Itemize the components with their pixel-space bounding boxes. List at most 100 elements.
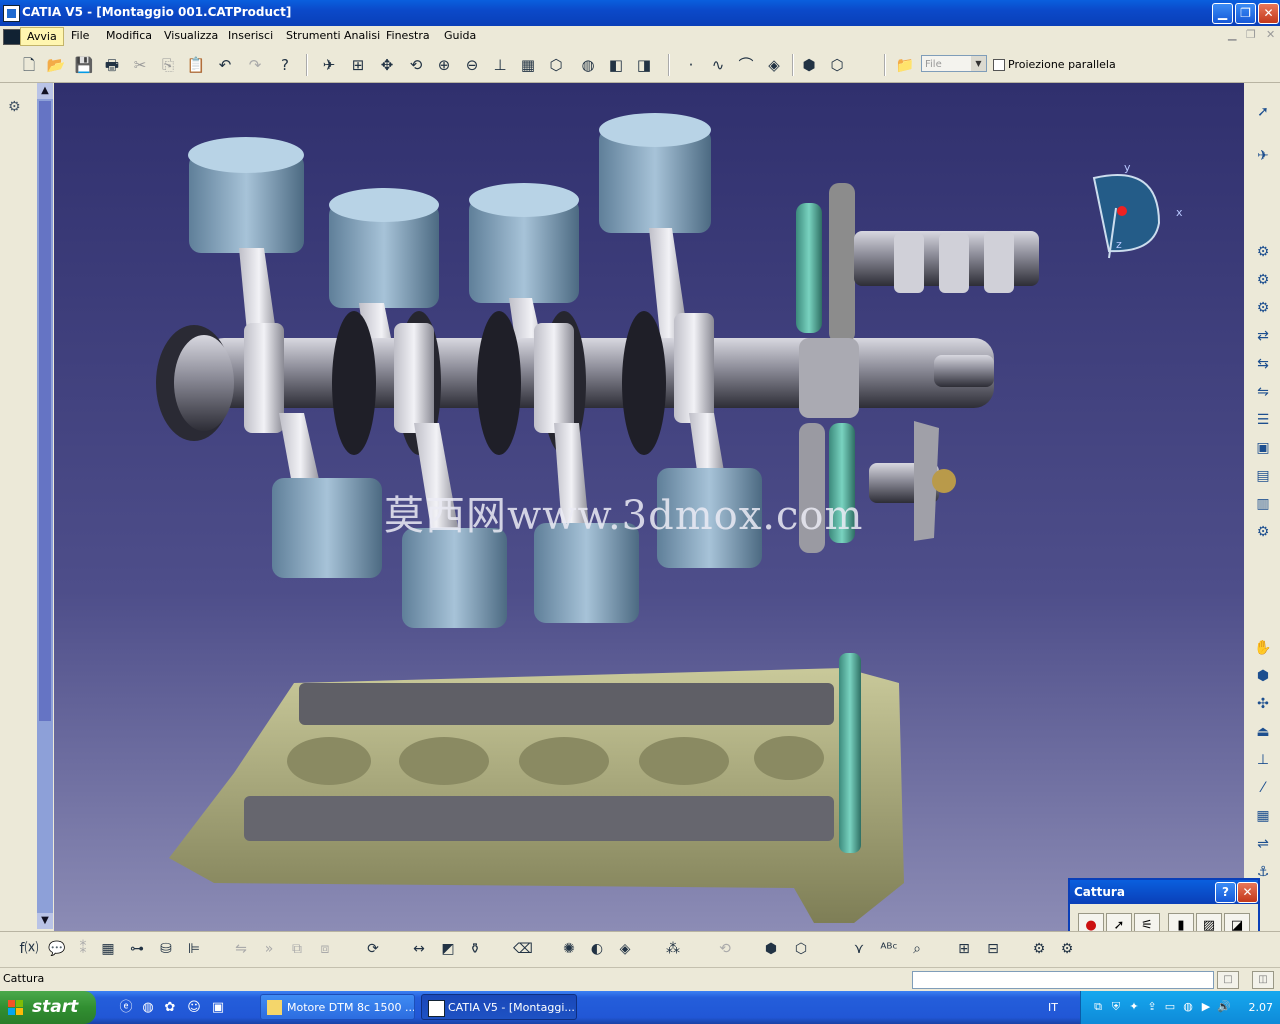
settings-icon[interactable]: ⚙ — [1056, 938, 1078, 960]
point-icon[interactable]: · — [680, 54, 702, 76]
formula-icon[interactable]: f⒳ — [18, 938, 40, 960]
shading-icon[interactable]: ◍ — [577, 54, 599, 76]
manage-representations-icon[interactable]: ▤ — [1252, 465, 1274, 487]
contact-constraint-icon[interactable]: ⁄ — [1252, 777, 1274, 799]
redo-icon[interactable]: ↷ — [244, 54, 266, 76]
hide-show-icon[interactable]: ◧ — [605, 54, 627, 76]
swap-space-icon[interactable]: ◨ — [633, 54, 655, 76]
annotation-icon[interactable]: ⋎ — [848, 938, 870, 960]
spec-tree-icon[interactable]: ⚙ — [8, 99, 28, 119]
multi-instantiation-icon[interactable]: ▥ — [1252, 493, 1274, 515]
reorder-icon[interactable]: ☰ — [1252, 409, 1274, 431]
generate-catpart-icon[interactable]: ⬢ — [760, 938, 782, 960]
measure-between-icon[interactable]: ↔ — [408, 938, 430, 960]
existing-component-icon[interactable]: ⚙ — [1252, 241, 1274, 263]
pan-icon[interactable]: ✥ — [376, 54, 398, 76]
parallel-projection-checkbox[interactable] — [993, 59, 1005, 71]
select-arrow-icon[interactable]: ➚ — [1252, 101, 1274, 123]
menu-avvia[interactable]: Avvia — [20, 27, 64, 46]
sectioning-icon[interactable]: ◐ — [586, 938, 608, 960]
desktop-icon[interactable]: ▣ — [210, 1000, 226, 1016]
curve-icon[interactable]: ∿ — [707, 54, 729, 76]
copy-icon[interactable]: ⎘ — [157, 54, 179, 76]
3d-viewport[interactable]: y x z 莫西网www.3dmox.com — [54, 83, 1244, 931]
angle-constraint-icon[interactable]: ⇌ — [1252, 833, 1274, 855]
zoom-in-icon[interactable]: ⊕ — [433, 54, 455, 76]
scroll-up-icon[interactable]: ▲ — [37, 83, 53, 99]
command-input[interactable] — [912, 971, 1214, 989]
component-icon[interactable]: ⬡ — [826, 54, 848, 76]
snap-icon[interactable]: ⬢ — [1252, 665, 1274, 687]
manipulation-icon[interactable]: ✋ — [1252, 637, 1274, 659]
rotate-icon[interactable]: ⟲ — [405, 54, 427, 76]
selective-load-icon[interactable]: ▣ — [1252, 437, 1274, 459]
coincidence-icon[interactable]: ⊥ — [1252, 749, 1274, 771]
antivirus-icon[interactable]: ✦ — [1127, 1000, 1141, 1014]
update-tray-icon[interactable]: ⇪ — [1145, 1000, 1159, 1014]
distance-icon[interactable]: ◈ — [614, 938, 636, 960]
generate-catalog-icon[interactable]: ⬡ — [790, 938, 812, 960]
catalog-icon[interactable]: ⛁ — [155, 938, 177, 960]
file-select[interactable]: File ▼ — [921, 55, 987, 72]
scene-b-icon[interactable]: ⧈ — [314, 938, 336, 960]
network-icon[interactable]: ⧉ — [1091, 1000, 1105, 1014]
fit-all-icon[interactable]: ⊞ — [347, 54, 369, 76]
grid-snap-icon[interactable]: ⁂ — [662, 938, 684, 960]
paste-icon[interactable]: 📋 — [185, 54, 207, 76]
cut-icon[interactable]: ✂ — [129, 54, 151, 76]
menu-guida[interactable]: Guida — [444, 29, 476, 42]
ie-icon[interactable]: ⓔ — [118, 1000, 134, 1016]
security-icon[interactable]: ⛨ — [1109, 1000, 1123, 1014]
law-icon[interactable]: ⊫ — [183, 938, 205, 960]
volume-icon[interactable]: 🔊 — [1217, 1000, 1231, 1014]
arc-icon[interactable]: ⌒ — [735, 54, 757, 76]
explode-icon[interactable]: ✣ — [1252, 693, 1274, 715]
stop-command-icon[interactable]: □ — [1217, 971, 1239, 989]
undo-icon[interactable]: ↶ — [214, 54, 236, 76]
folder-icon[interactable]: 📁 — [894, 54, 916, 76]
bom-icon[interactable]: ⊞ — [953, 938, 975, 960]
generate-numbering-icon[interactable]: ⇋ — [1252, 381, 1274, 403]
fly-icon[interactable]: ✈ — [318, 54, 340, 76]
comment-icon[interactable]: 💬 — [46, 938, 68, 960]
save-icon[interactable]: 💾 — [73, 54, 95, 76]
minimize-button[interactable]: ▁ — [1212, 3, 1233, 24]
task-catia[interactable]: CATIA V5 - [Montaggi... — [421, 994, 577, 1020]
grid-icon[interactable]: ▦ — [97, 938, 119, 960]
outlook-icon[interactable]: ◍ — [140, 1000, 156, 1016]
scroll-thumb[interactable] — [39, 101, 51, 721]
doc-restore-button[interactable]: ❐ — [1246, 28, 1256, 41]
scene-icon[interactable]: ⧉ — [286, 938, 308, 960]
language-indicator[interactable]: IT — [1048, 1001, 1058, 1014]
messenger-icon[interactable]: ☺ — [186, 1000, 202, 1016]
viewport-scrollbar[interactable]: ▲ ▼ — [37, 83, 53, 929]
eraser-icon[interactable]: ⌫ — [512, 938, 534, 960]
restore-button[interactable]: ❐ — [1235, 3, 1256, 24]
doc-minimize-button[interactable]: ▁ — [1228, 28, 1236, 41]
catia-app-icon[interactable] — [3, 5, 20, 22]
doc-close-button[interactable]: ✕ — [1266, 28, 1275, 41]
clash-icon[interactable]: ✺ — [558, 938, 580, 960]
multi-view-icon[interactable]: ▦ — [517, 54, 539, 76]
normal-view-icon[interactable]: ⊥ — [489, 54, 511, 76]
new-icon[interactable]: 🗋 — [18, 54, 40, 76]
start-button[interactable]: start — [0, 991, 96, 1024]
menu-modifica[interactable]: Modifica — [106, 29, 152, 42]
task-motore[interactable]: Motore DTM 8c 1500 ... — [260, 994, 415, 1020]
graph-tree-icon[interactable]: ⇆ — [1252, 353, 1274, 375]
new-component-icon[interactable]: ⚙ — [1252, 269, 1274, 291]
applications-icon[interactable]: ⚙ — [1028, 938, 1050, 960]
design-table-icon[interactable]: ⁑ — [72, 938, 94, 960]
text-icon[interactable]: ᴬᴮᶜ — [878, 938, 900, 960]
product-icon[interactable]: ⬢ — [798, 54, 820, 76]
stop-manipulate-icon[interactable]: ⏏ — [1252, 721, 1274, 743]
chevron-down-icon[interactable]: ▼ — [971, 56, 986, 71]
iso-view-icon[interactable]: ⬡ — [545, 54, 567, 76]
flag-note-icon[interactable]: ⌕ — [906, 938, 928, 960]
power-input-icon[interactable]: ◫ — [1252, 971, 1274, 989]
globe-icon[interactable]: ◍ — [1181, 1000, 1195, 1014]
copy-props-icon[interactable]: ⇋ — [230, 938, 252, 960]
swap-icon[interactable]: ⟲ — [714, 938, 736, 960]
print-icon[interactable]: 🖶 — [101, 54, 123, 76]
offset-constraint-icon[interactable]: ▦ — [1252, 805, 1274, 827]
